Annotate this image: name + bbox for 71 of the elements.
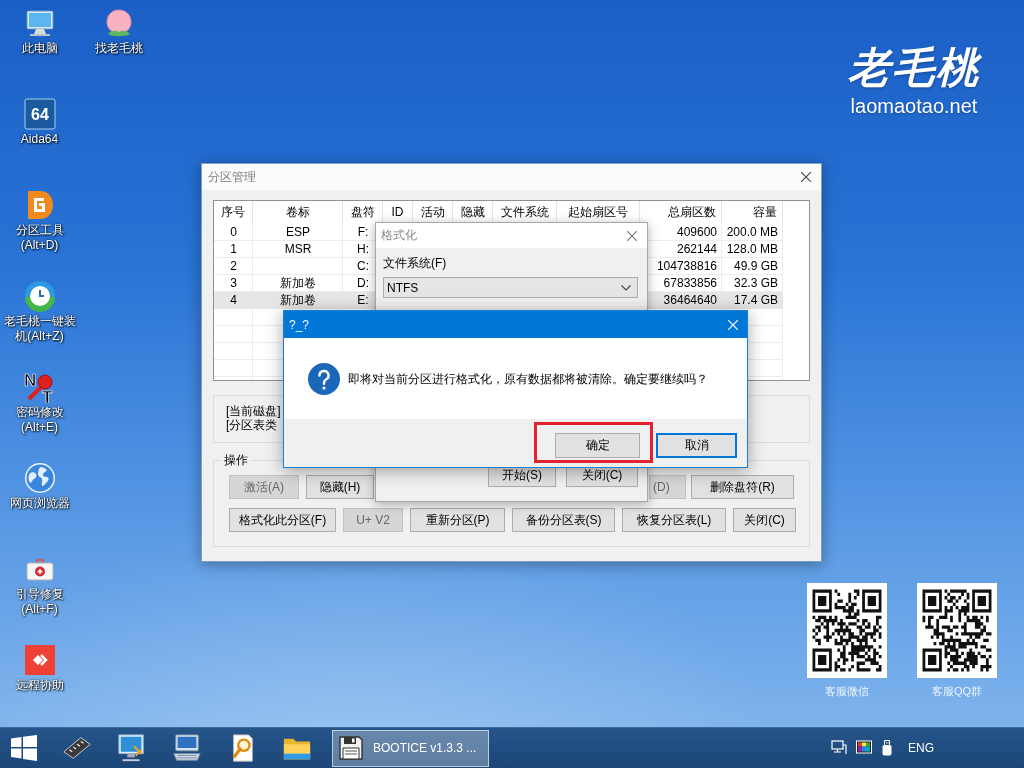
drive-letter: D:	[357, 276, 369, 290]
column-header[interactable]: 容量	[722, 201, 783, 224]
drive-letter: E:	[357, 293, 369, 307]
total-sectors: 262144	[676, 242, 717, 256]
dialog-title: 格式化	[381, 227, 417, 244]
action-button[interactable]: 格式化此分区(F)	[229, 508, 336, 532]
partition-capacity: 128.0 MB	[726, 242, 778, 256]
total-sectors: 104738816	[656, 259, 717, 273]
volume-label: 新加卷	[280, 276, 316, 290]
action-button[interactable]: 备份分区表(S)	[512, 508, 615, 532]
volume-label: MSR	[284, 242, 312, 256]
action-button[interactable]: 恢复分区表(L)	[622, 508, 726, 532]
dialog-button[interactable]: 确定	[555, 433, 640, 458]
partition-capacity: 49.9 GB	[733, 259, 778, 273]
network-icon[interactable]	[831, 740, 847, 756]
qr-caption: 客服QQ群	[931, 684, 983, 698]
desktop-icon-label[interactable]: 老毛桃一键装机(Alt+Z)	[0, 314, 79, 344]
drive-letter: C:	[357, 259, 369, 273]
close-icon[interactable]	[627, 230, 637, 241]
close-icon[interactable]	[801, 172, 811, 182]
qr-caption: 客服微信	[825, 684, 869, 698]
total-sectors: 36464640	[663, 293, 717, 307]
column-header[interactable]: 卷标	[253, 201, 343, 224]
dialog-button[interactable]: 取消	[656, 433, 737, 458]
total-sectors: 409600	[676, 225, 717, 239]
clock-ring-icon[interactable]	[23, 280, 56, 312]
window-title: 分区管理	[208, 168, 256, 186]
desktop-icon-label[interactable]: Aida64	[20, 132, 59, 147]
taskbar-task[interactable]: BOOTICE v1.3.3 ...	[332, 729, 489, 767]
action-button[interactable]: 重新分区(P)	[410, 508, 505, 532]
volume-label: 新加卷	[280, 293, 316, 307]
question-icon	[308, 362, 340, 395]
group-title: 操作	[223, 453, 249, 467]
partition-number: 4	[230, 293, 237, 307]
chevron-tile-icon[interactable]	[23, 644, 56, 676]
partition-number: 0	[230, 225, 237, 239]
partition-capacity: 32.3 GB	[733, 276, 778, 290]
dialog-title: ?_?	[289, 317, 310, 332]
usb-drive-icon[interactable]	[881, 740, 893, 756]
volume-label: ESP	[286, 225, 310, 239]
monitor-tools-icon[interactable]	[117, 733, 147, 763]
action-button[interactable]: 隐藏(H)	[306, 475, 374, 499]
partition-capacity: 200.0 MB	[726, 225, 778, 239]
total-sectors: 67833856	[663, 276, 717, 290]
computer-icon[interactable]	[172, 733, 202, 763]
chevron-down-icon	[621, 284, 631, 291]
partition-capacity: 17.4 GB	[733, 293, 778, 307]
color-display-icon[interactable]	[856, 740, 872, 756]
partition-number: 3	[230, 276, 237, 290]
file-system-select[interactable]: NTFS	[383, 277, 638, 298]
desktop-icon-label[interactable]: 分区工具(Alt+D)	[0, 223, 79, 253]
field-label: 文件系统(F)	[383, 256, 447, 270]
windows-logo-icon[interactable]	[11, 735, 37, 761]
dialog-message: 即将对当前分区进行格式化，原有数据都将被清除。确定要继续吗？	[348, 370, 708, 387]
computer-icon[interactable]	[23, 7, 56, 39]
action-button[interactable]: 关闭(C)	[733, 508, 796, 532]
wallpaper-logo-url: laomaotao.net	[850, 94, 978, 118]
desktop-icon-label[interactable]: 此电脑	[21, 41, 58, 56]
desktop-icon-label[interactable]: 找老毛桃	[94, 41, 143, 56]
disk-info-text: [分区表类	[226, 418, 278, 432]
app-tile-icon[interactable]: 64	[23, 98, 56, 130]
drive-letter: F:	[357, 225, 369, 239]
disk-info-text: [当前磁盘]	[226, 404, 281, 418]
language-indicator[interactable]: ENG	[908, 741, 934, 755]
column-header[interactable]: 序号	[214, 201, 253, 224]
partition-number: 1	[230, 242, 237, 256]
globe-icon[interactable]	[23, 462, 56, 494]
action-button[interactable]: 删除盘符(R)	[691, 475, 794, 499]
partition-number: 2	[230, 259, 237, 273]
drive-letter: H:	[357, 242, 369, 256]
wallpaper-logo-text: 老毛桃	[848, 42, 980, 94]
